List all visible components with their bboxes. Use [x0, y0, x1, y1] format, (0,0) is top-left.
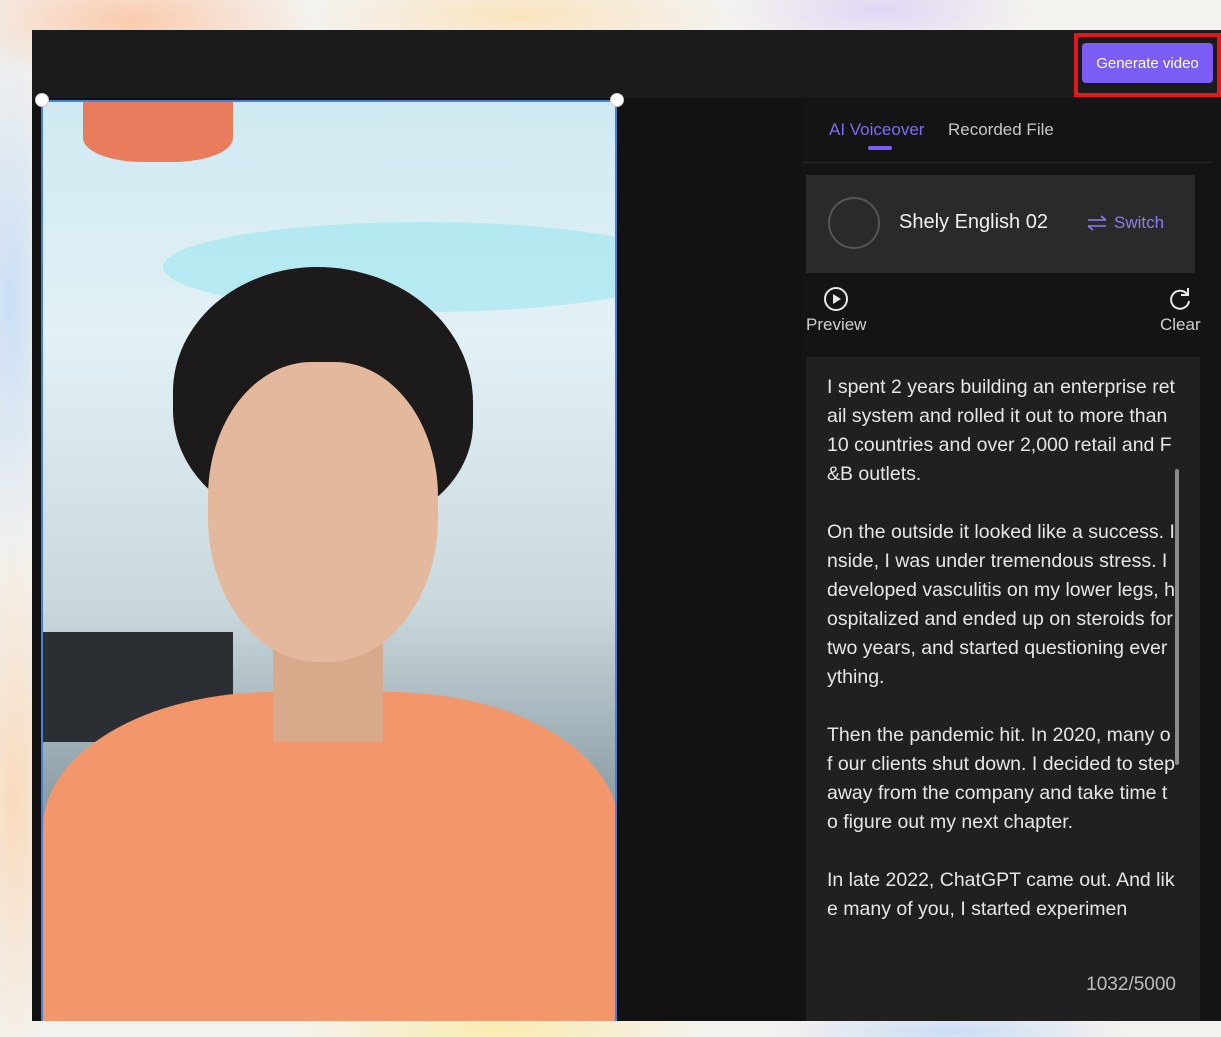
script-textarea[interactable]: I spent 2 years building an enterprise r…	[806, 357, 1200, 1021]
voice-tabs: AI Voiceover Recorded File	[802, 98, 1212, 163]
top-toolbar: Generate video	[32, 30, 1221, 98]
switch-voice-button[interactable]: Switch	[1086, 213, 1164, 233]
editor-window: Generate video AI Voiceover Recorded Fil…	[32, 30, 1221, 1021]
character-counter: 1032/5000	[1086, 974, 1176, 995]
voiceover-panel: AI Voiceover Recorded File Shely English…	[802, 98, 1221, 1021]
voice-selector-card: Shely English 02 Switch	[806, 175, 1195, 273]
video-canvas	[32, 93, 802, 1021]
clear-label: Clear	[1160, 315, 1201, 334]
tab-ai-voiceover[interactable]: AI Voiceover	[829, 120, 924, 140]
script-paragraph: On the outside it looked like a success.…	[827, 521, 1175, 688]
text-clip-mask	[806, 922, 1200, 952]
avatar-photo[interactable]	[41, 100, 617, 1021]
text-scrollbar[interactable]	[1175, 469, 1179, 765]
clear-button[interactable]: Clear	[1160, 286, 1201, 335]
play-circle-icon	[824, 287, 849, 311]
photo-face	[208, 362, 438, 662]
script-paragraph: I spent 2 years building an enterprise r…	[827, 376, 1175, 485]
voice-avatar	[828, 197, 880, 249]
preview-label: Preview	[806, 315, 867, 334]
script-paragraph: In late 2022, ChatGPT came out. And like…	[827, 869, 1175, 920]
photo-ceiling-lamp	[83, 102, 233, 162]
refresh-icon	[1170, 288, 1191, 310]
switch-label: Switch	[1114, 213, 1165, 232]
generate-video-button[interactable]: Generate video	[1082, 43, 1213, 83]
voice-name: Shely English 02	[899, 211, 1048, 233]
active-tab-indicator	[868, 146, 892, 150]
script-text: I spent 2 years building an enterprise r…	[827, 373, 1175, 953]
resize-handle-top-left[interactable]	[35, 93, 49, 107]
tab-recorded-file[interactable]: Recorded File	[948, 120, 1054, 140]
preview-button[interactable]: Preview	[806, 286, 866, 335]
script-paragraph: Then the pandemic hit. In 2020, many of …	[827, 724, 1175, 833]
swap-arrows-icon	[1087, 215, 1107, 231]
generate-video-highlight: Generate video	[1074, 33, 1221, 97]
resize-handle-top-right[interactable]	[610, 93, 624, 107]
